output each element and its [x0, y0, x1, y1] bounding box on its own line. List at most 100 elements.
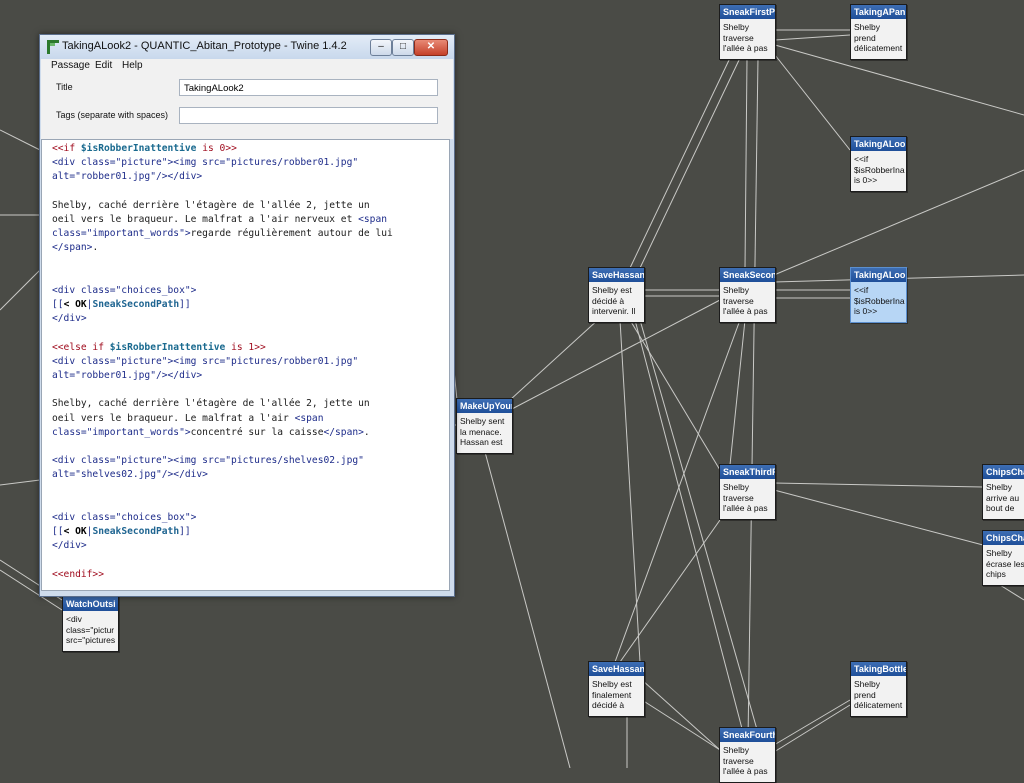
passage-card-makeupyour[interactable]: MakeUpYour Shelby sent la menace. Hassan… [456, 398, 513, 454]
passage-card-sneakfirstpath[interactable]: SneakFirstPa Shelby traverse l'allée à p… [719, 4, 776, 60]
menu-help[interactable]: Help [122, 59, 143, 73]
passage-card-takingalook[interactable]: TakingALool <<if $isRobberIna is 0>> [850, 136, 907, 192]
passage-card-takingalook2-selected[interactable]: TakingALool <<if $isRobberIna is 0>> [850, 267, 907, 323]
passage-card-sneakfourthpath[interactable]: SneakFourth Shelby traverse l'allée à pa… [719, 727, 776, 783]
menu-edit[interactable]: Edit [95, 59, 112, 73]
link-line [747, 57, 759, 741]
code-token: < OK [63, 526, 87, 538]
code-line: </div> [52, 312, 439, 326]
passage-card-excerpt: Shelby sent la menace. Hassan est [460, 416, 505, 447]
code-token: >> [225, 143, 237, 154]
code-token: <span [358, 213, 388, 225]
code-token: <div class="picture"><img src="pictures/… [52, 355, 359, 367]
menu-passage[interactable]: Passage [51, 59, 90, 73]
passage-card-takingapan[interactable]: TakingAPan Shelby prend délicatement [850, 4, 907, 60]
code-line: [[< OK|SneakSecondPath]] [52, 298, 439, 312]
passage-card-excerpt: Shelby traverse l'allée à pas [723, 482, 768, 513]
code-line: <div class="picture"><img src="pictures/… [52, 355, 439, 369]
passage-card-title: TakingALool [851, 137, 906, 151]
code-token: </div> [52, 313, 87, 325]
code-token: alt="shelves02.jpg"/></div> [52, 469, 208, 481]
link-line [629, 57, 731, 269]
passage-card-title: SaveHassan [589, 662, 644, 676]
code-token: <<if [52, 143, 81, 154]
code-line: <div class="choices_box"> [52, 511, 439, 525]
passage-card-savehassan[interactable]: SaveHassan Shelby est décidé à interveni… [588, 267, 645, 323]
code-line: <div class="choices_box"> [52, 284, 439, 298]
code-token: </span> [323, 426, 364, 438]
code-line: alt="robber01.jpg"/></div> [52, 369, 439, 383]
twine-logo-icon [47, 40, 59, 54]
link-line [619, 519, 721, 663]
passage-card-title: TakingALool [851, 268, 906, 282]
passage-text-editor[interactable]: <<if $isRobberInattentive is 0>> <div cla… [41, 139, 450, 591]
code-token: Shelby, caché derrière l'étagère de l'al… [52, 199, 370, 211]
code-token: oeil vers le braqueur. Le malfrat a l'ai… [52, 213, 359, 225]
menu-bar: Passage Edit Help [41, 59, 453, 73]
maximize-button[interactable]: □ [392, 39, 414, 56]
code-line: <<endif>> [52, 568, 439, 582]
code-line: class="important_words">concentré sur la… [52, 426, 439, 440]
code-token: >> [254, 341, 266, 353]
link-line [773, 704, 851, 753]
passage-card-chipscha-1[interactable]: ChipsCha Shelby arrive au bout de [982, 464, 1024, 520]
code-line: [[< OK|SneakSecondPath]] [52, 525, 439, 539]
passage-card-title: SneakSecon [720, 268, 775, 282]
code-token: is [196, 143, 220, 154]
passage-editor-window[interactable]: TakingALook2 - QUANTIC_Abitan_Prototype … [39, 34, 455, 597]
link-line [0, 129, 41, 151]
passage-card-title: SneakFourth [720, 728, 775, 742]
code-token: oeil vers le braqueur. Le malfrat a l'ai… [52, 412, 295, 424]
link-line [999, 584, 1024, 601]
passage-card-excerpt: Shelby prend délicatement [854, 679, 903, 710]
link-line [0, 269, 41, 311]
code-token: </div> [52, 540, 87, 552]
close-button[interactable]: ✕ [414, 39, 448, 56]
code-token: . [92, 242, 99, 254]
passage-card-savehassan-2[interactable]: SaveHassan Shelby est finalement décidé … [588, 661, 645, 717]
title-field[interactable]: TakingALook2 [179, 79, 438, 96]
link-line [619, 319, 641, 663]
window-titlebar[interactable]: TakingALook2 - QUANTIC_Abitan_Prototype … [40, 35, 454, 59]
passage-card-excerpt: Shelby écrase les chips [986, 548, 1024, 579]
code-token: [[ [52, 299, 64, 311]
link-line [774, 54, 851, 151]
code-token: $isRobberInattentive [109, 341, 226, 353]
minimize-button[interactable]: – [370, 39, 392, 56]
code-line: <<if $isRobberInattentive is 0>> [52, 142, 439, 156]
code-token: SneakSecondPath [92, 299, 180, 311]
code-token: <<endif>> [52, 568, 104, 580]
passage-card-sneaksecondpath[interactable]: SneakSecon Shelby traverse l'allée à pas [719, 267, 776, 323]
code-token: concentré sur la caisse [190, 426, 324, 438]
link-line [774, 34, 851, 41]
code-line: </span>. [52, 241, 439, 255]
link-line [744, 57, 748, 269]
passage-card-excerpt: Shelby traverse l'allée à pas [723, 22, 768, 53]
passage-card-excerpt: Shelby est finalement décidé à [592, 679, 632, 710]
code-token: <div class="choices_box"> [52, 511, 197, 523]
passage-card-title: TakingAPan [851, 5, 906, 19]
link-line [773, 489, 984, 546]
code-token: is [225, 341, 249, 353]
passage-card-title: ChipsCha [983, 465, 1024, 479]
code-token: ]] [179, 526, 191, 538]
passage-card-takingbottle[interactable]: TakingBottle Shelby prend délicatement [850, 661, 907, 717]
code-token: alt="robber01.jpg"/></div> [52, 171, 203, 183]
tags-field[interactable] [179, 107, 438, 124]
passage-card-title: ChipsCha [983, 531, 1024, 545]
passage-card-watchoutside[interactable]: WatchOutsi <div class="pictur src="pictu… [62, 596, 119, 652]
code-token: </span> [52, 242, 93, 254]
link-line [484, 451, 571, 768]
link-line [641, 679, 721, 751]
passage-card-sneakthirdpath[interactable]: SneakThirdP Shelby traverse l'allée à pa… [719, 464, 776, 520]
code-token: $isRobberInattentive [80, 143, 197, 154]
code-token: ]] [179, 299, 191, 311]
passage-card-chipscha-2[interactable]: ChipsCha Shelby écrase les chips [982, 530, 1024, 586]
link-line [629, 319, 721, 471]
